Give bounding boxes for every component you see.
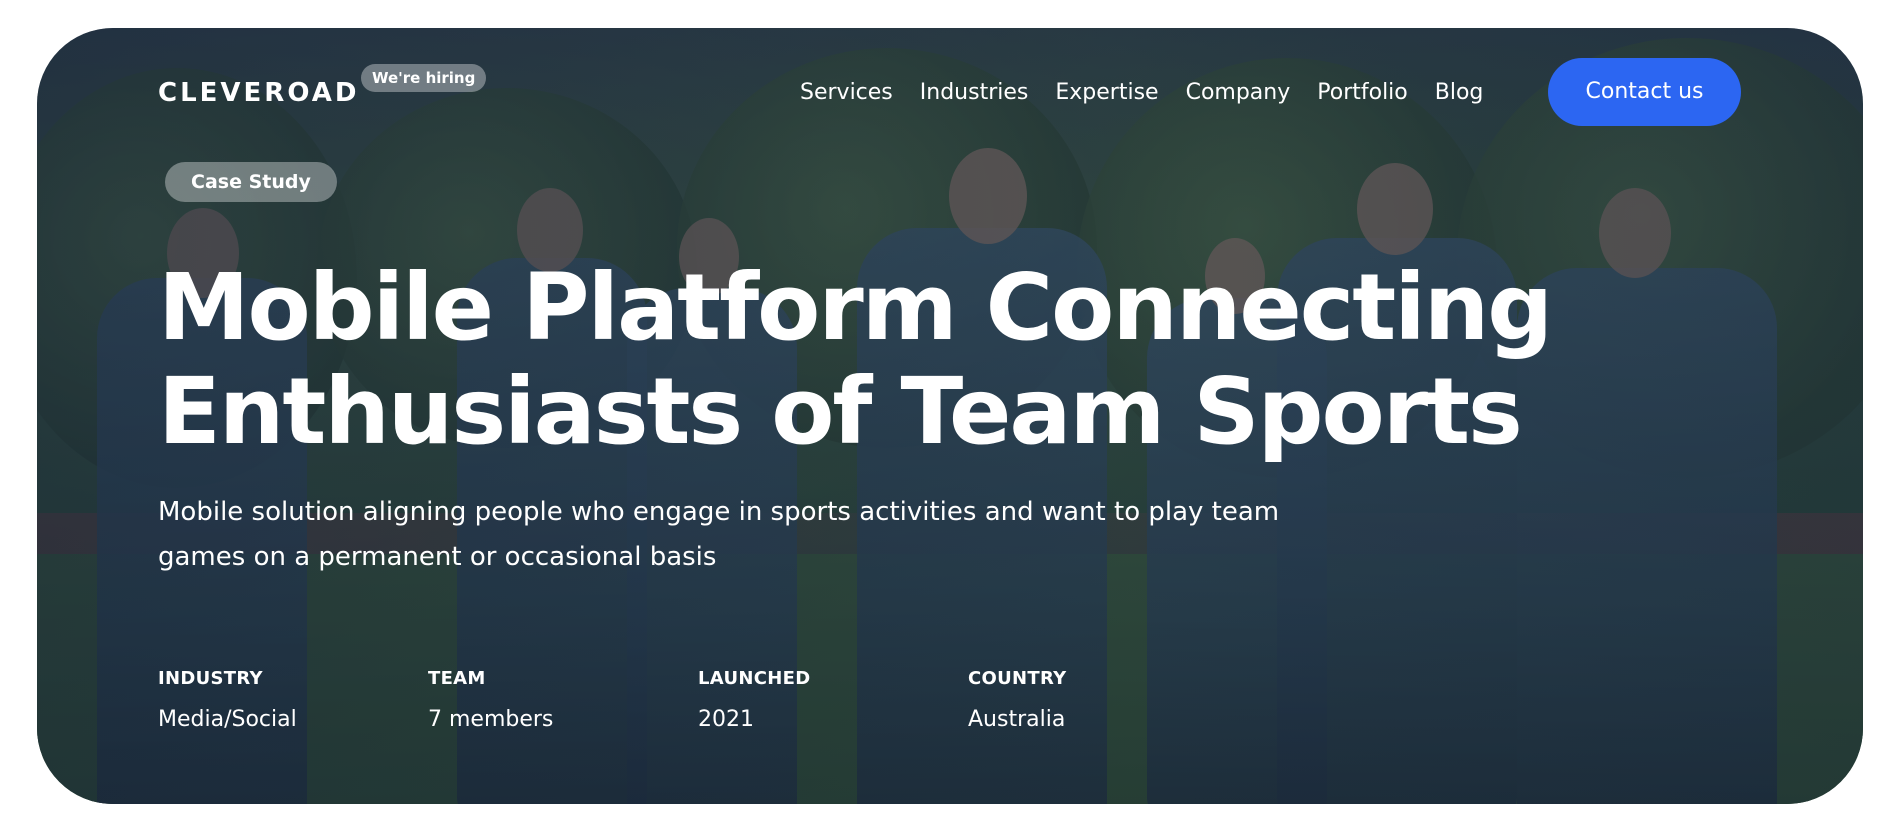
fact-label: INDUSTRY bbox=[158, 668, 263, 689]
fact-value: Media/Social bbox=[158, 707, 297, 732]
fact-industry: INDUSTRY Media/Social bbox=[158, 668, 428, 732]
hiring-badge[interactable]: We're hiring bbox=[361, 64, 487, 92]
fact-label: LAUNCHED bbox=[698, 668, 811, 689]
nav-industries[interactable]: Industries bbox=[920, 80, 1029, 105]
hero-section: CLEVEROAD We're hiring Services Industri… bbox=[37, 28, 1863, 804]
page-title: Mobile Platform Connecting Enthusiasts o… bbox=[158, 254, 1553, 465]
case-study-tag: Case Study bbox=[165, 162, 337, 202]
fact-value: Australia bbox=[968, 707, 1066, 732]
cleveroad-logo[interactable]: CLEVEROAD bbox=[158, 78, 359, 108]
contact-us-button[interactable]: Contact us bbox=[1548, 58, 1741, 126]
nav-blog[interactable]: Blog bbox=[1435, 80, 1484, 105]
nav-expertise[interactable]: Expertise bbox=[1055, 80, 1158, 105]
page-subtitle: Mobile solution aligning people who enga… bbox=[158, 497, 1280, 572]
nav-services[interactable]: Services bbox=[800, 80, 893, 105]
fact-launched: LAUNCHED 2021 bbox=[698, 668, 968, 732]
project-facts: INDUSTRY Media/Social TEAM 7 members LAU… bbox=[158, 668, 1238, 732]
fact-value: 7 members bbox=[428, 707, 554, 732]
fact-value: 2021 bbox=[698, 707, 754, 732]
fact-label: COUNTRY bbox=[968, 668, 1067, 689]
fact-label: TEAM bbox=[428, 668, 486, 689]
fact-country: COUNTRY Australia bbox=[968, 668, 1238, 732]
nav-company[interactable]: Company bbox=[1186, 80, 1291, 105]
nav-portfolio[interactable]: Portfolio bbox=[1317, 80, 1408, 105]
main-nav: Services Industries Expertise Company Po… bbox=[800, 80, 1510, 105]
fact-team: TEAM 7 members bbox=[428, 668, 698, 732]
